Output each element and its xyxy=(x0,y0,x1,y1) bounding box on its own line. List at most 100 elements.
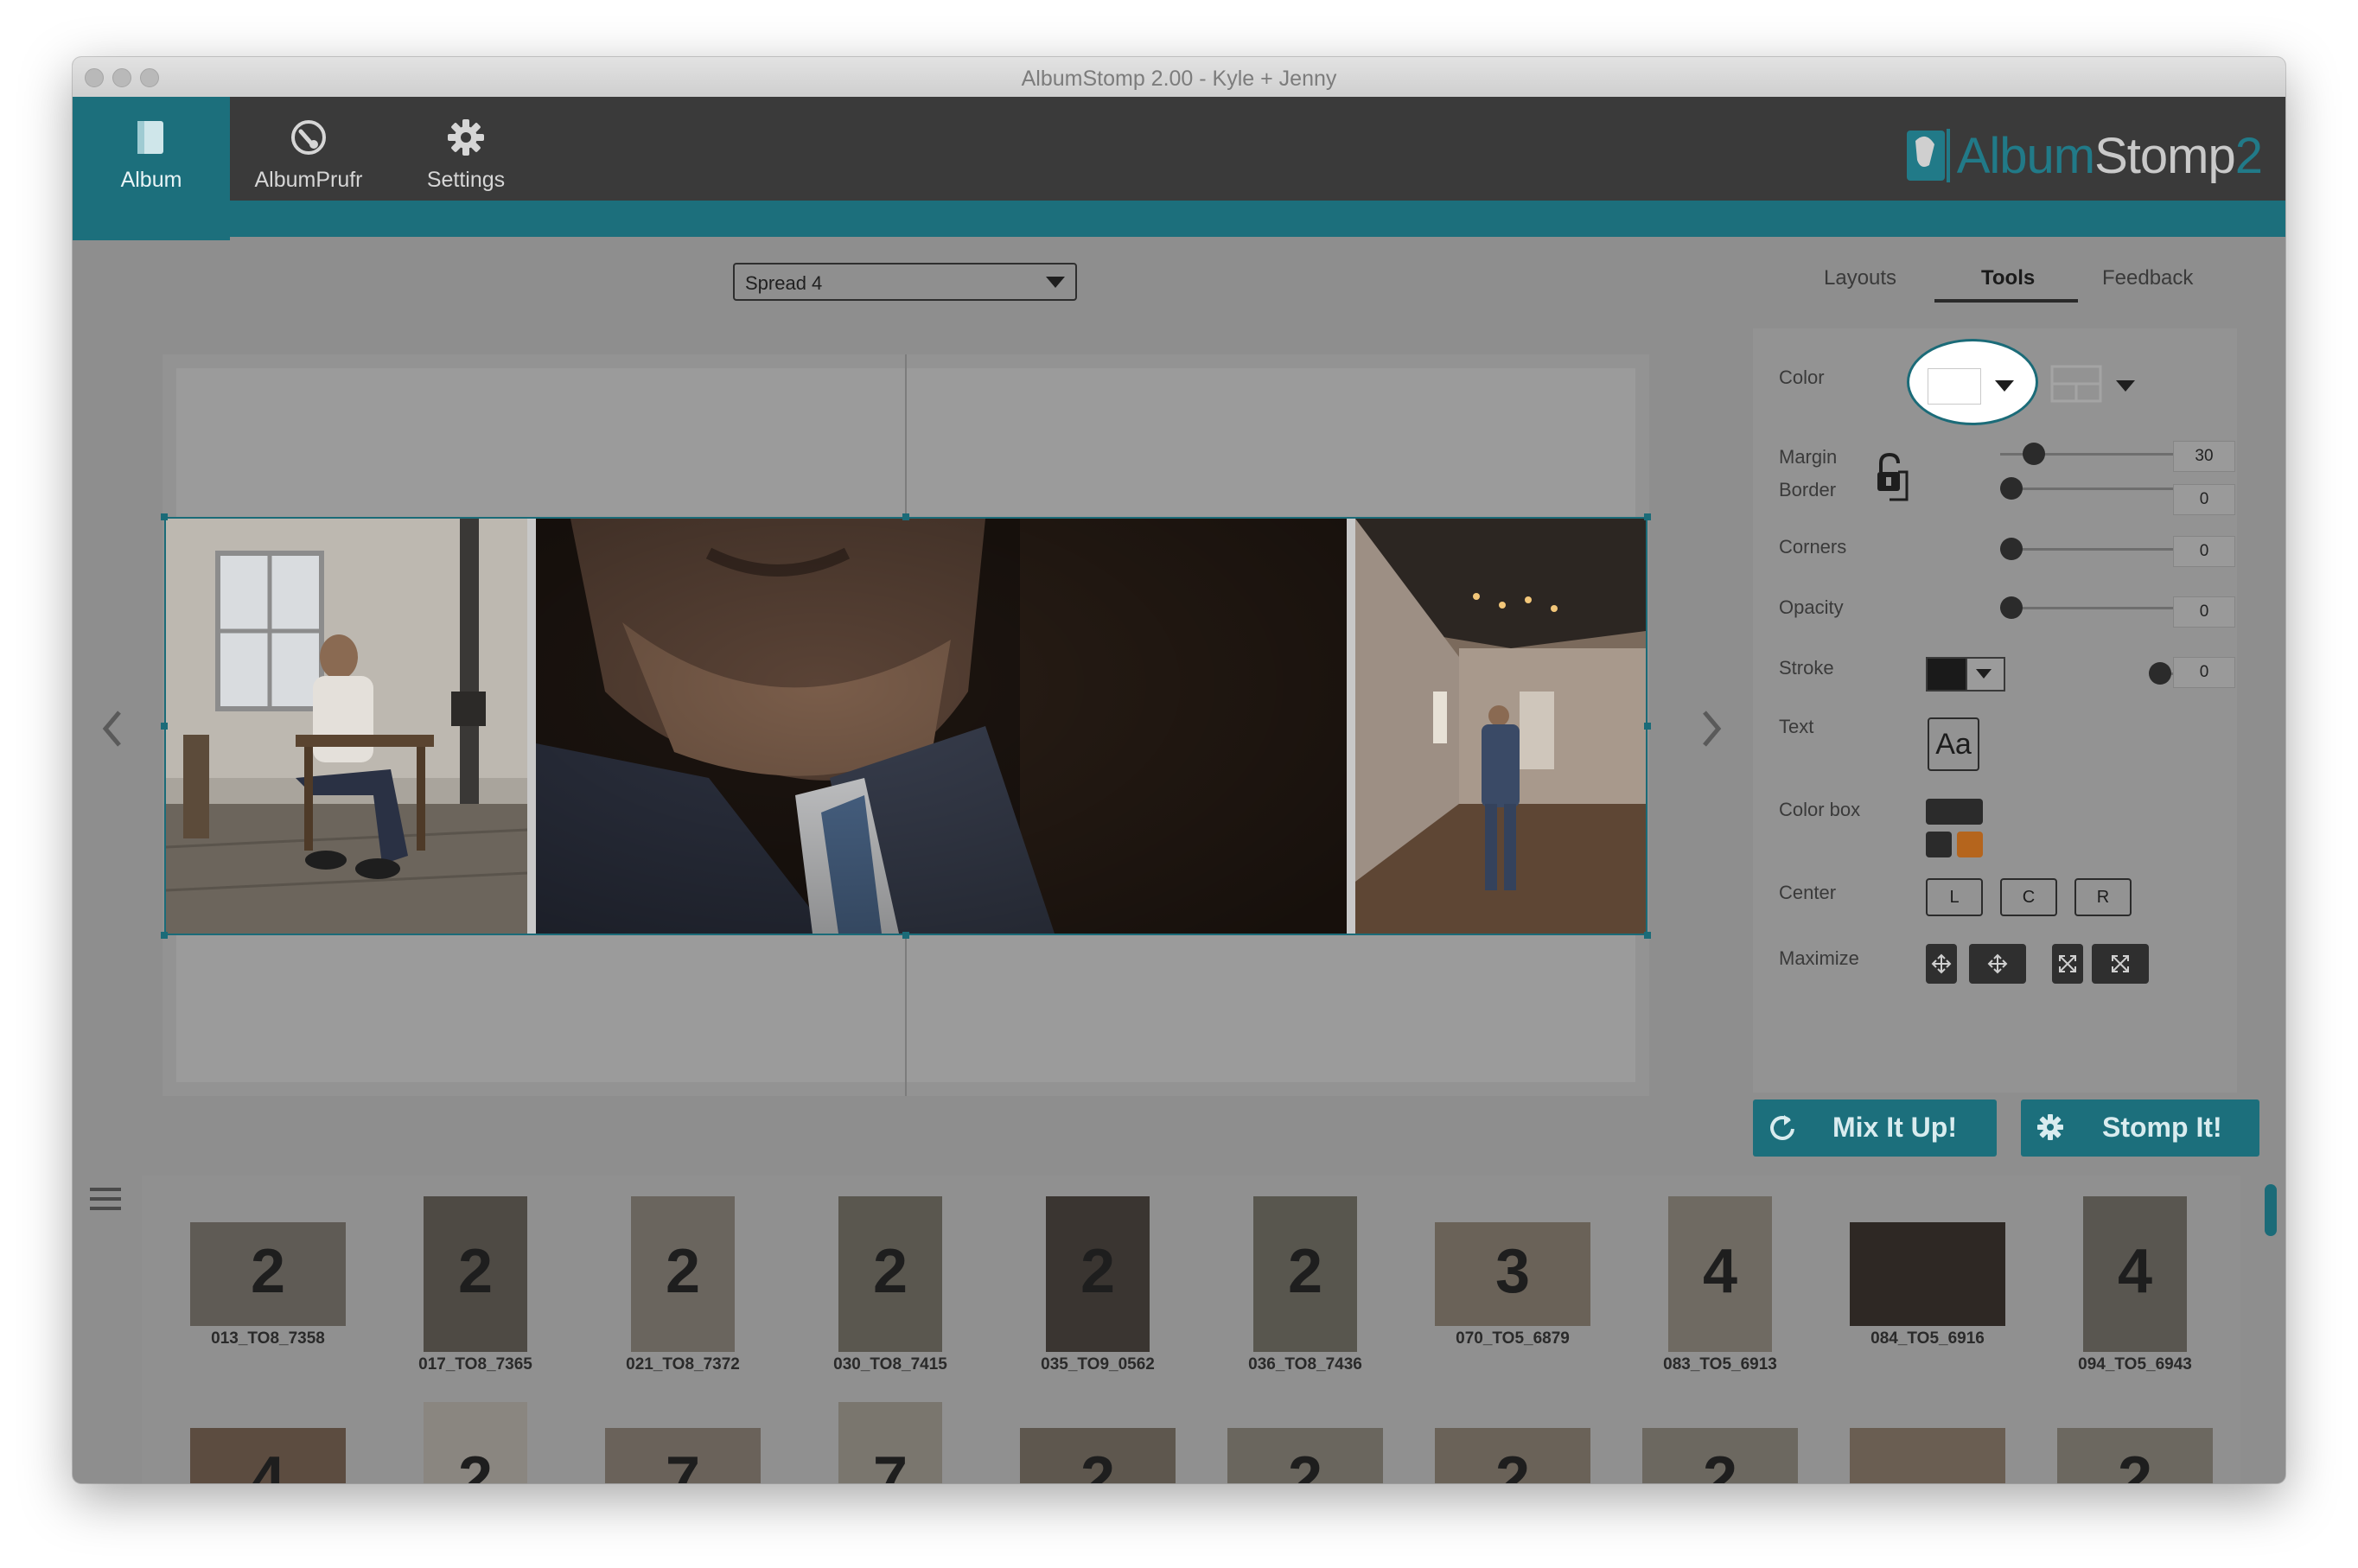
resize-handle[interactable] xyxy=(902,513,909,520)
opacity-value-field[interactable]: 0 xyxy=(2173,596,2235,628)
color-box-accent-button[interactable] xyxy=(1957,832,1983,857)
previous-spread-icon[interactable] xyxy=(99,707,124,750)
photo-thumbnail[interactable]: 2 xyxy=(424,1402,527,1483)
color-box-dark-button[interactable] xyxy=(1926,832,1952,857)
photo-thumbnail[interactable]: 2 xyxy=(838,1196,942,1352)
border-slider-knob[interactable] xyxy=(2000,477,2023,500)
stroke-value-field[interactable]: 0 xyxy=(2173,657,2235,688)
logo-icon xyxy=(1906,129,1950,182)
usage-count: 4 xyxy=(2117,1237,2153,1306)
color-label: Color xyxy=(1779,367,1825,388)
stomp-it-label: Stomp It! xyxy=(2102,1112,2222,1143)
tab-tools[interactable]: Tools xyxy=(1981,266,2035,290)
margin-slider-knob[interactable] xyxy=(2023,443,2045,465)
usage-count: 7 xyxy=(665,1444,701,1483)
photo-thumbnail[interactable]: 2 xyxy=(190,1222,346,1326)
spread-photo-2[interactable] xyxy=(536,519,1347,934)
title-bar: AlbumStomp 2.00 - Kyle + Jenny xyxy=(73,57,2285,98)
tab-layouts[interactable]: Layouts xyxy=(1824,266,1896,290)
photo-thumbnail[interactable] xyxy=(1850,1222,2005,1326)
photo-thumbnail[interactable]: 2 xyxy=(2057,1428,2213,1483)
photo-filename: 013_TO8_7358 xyxy=(211,1329,325,1348)
photo-gutter-2 xyxy=(1347,519,1355,934)
photo-filename: 035_TO9_0562 xyxy=(1041,1355,1155,1374)
resize-handle[interactable] xyxy=(161,723,168,730)
photo-thumbnail[interactable]: 4 xyxy=(1668,1196,1772,1352)
photo-filename: 094_TO5_6943 xyxy=(2078,1355,2192,1374)
color-box-wide-button[interactable] xyxy=(1926,799,1983,825)
resize-handle[interactable] xyxy=(161,513,168,520)
photo-thumbnail[interactable]: 2 xyxy=(1046,1196,1150,1352)
photo-strip-scrollbar[interactable] xyxy=(2265,1184,2277,1236)
window-title: AlbumStomp 2.00 - Kyle + Jenny xyxy=(1021,67,1337,91)
center-center-button[interactable]: C xyxy=(2000,878,2057,916)
color-swatch[interactable] xyxy=(1928,368,1981,405)
usage-count: 2 xyxy=(457,1444,494,1483)
chevron-down-icon[interactable] xyxy=(1995,380,2014,392)
tab-album-label: Album xyxy=(120,168,182,192)
active-tab-indicator xyxy=(1934,299,2078,303)
tab-settings-label: Settings xyxy=(426,168,506,192)
tab-albumprufr-label: AlbumPrufr xyxy=(254,168,363,192)
border-label: Border xyxy=(1779,479,1837,500)
center-label: Center xyxy=(1779,882,1837,903)
photo-thumbnail[interactable]: 2 xyxy=(1227,1428,1383,1483)
photo-thumbnail[interactable]: 4 xyxy=(2083,1196,2187,1352)
spread-select[interactable]: Spread 4 xyxy=(733,263,1077,301)
maximize-fit-button[interactable] xyxy=(2052,944,2083,984)
photo-thumbnail[interactable] xyxy=(1850,1428,2005,1483)
mix-it-up-button[interactable]: Mix It Up! xyxy=(1753,1100,1997,1157)
stroke-slider-knob[interactable] xyxy=(2149,662,2171,685)
photo-gutter-1 xyxy=(527,519,536,934)
corners-value-field[interactable]: 0 xyxy=(2173,536,2235,567)
resize-handle[interactable] xyxy=(902,932,909,939)
photo-thumbnail[interactable]: 2 xyxy=(1642,1428,1798,1483)
photo-thumbnail[interactable]: 4 xyxy=(190,1428,346,1483)
usage-count: 2 xyxy=(1494,1444,1531,1483)
maximize-height-button[interactable] xyxy=(1926,944,1957,984)
layout-grid-icon[interactable] xyxy=(2050,365,2102,403)
photo-filename: 036_TO8_7436 xyxy=(1248,1355,1362,1374)
spread-photo-3[interactable] xyxy=(1355,519,1646,934)
add-text-button[interactable]: Aa xyxy=(1928,717,1979,771)
photo-filename: 021_TO8_7372 xyxy=(626,1355,740,1374)
accent-bar xyxy=(73,201,2285,237)
photo-thumbnail[interactable]: 7 xyxy=(838,1402,942,1483)
photo-thumbnail[interactable]: 2 xyxy=(631,1196,735,1352)
resize-handle[interactable] xyxy=(1644,723,1651,730)
move-arrows-icon xyxy=(1931,953,1952,974)
spread-photo-1[interactable] xyxy=(166,519,527,934)
center-left-button[interactable]: L xyxy=(1926,878,1983,916)
chevron-down-icon[interactable] xyxy=(2116,380,2135,392)
resize-handle[interactable] xyxy=(161,932,168,939)
stomp-it-button[interactable]: Stomp It! xyxy=(2021,1100,2259,1157)
opacity-slider-knob[interactable] xyxy=(2000,596,2023,619)
photo-thumbnail[interactable]: 2 xyxy=(1435,1428,1590,1483)
hamburger-menu-icon[interactable] xyxy=(90,1186,121,1212)
refresh-icon xyxy=(1770,1115,1794,1140)
tab-feedback[interactable]: Feedback xyxy=(2102,266,2193,290)
color-box-label: Color box xyxy=(1779,799,1861,820)
stroke-label: Stroke xyxy=(1779,657,1834,679)
photo-thumbnail[interactable]: 2 xyxy=(424,1196,527,1352)
center-right-button[interactable]: R xyxy=(2074,878,2132,916)
margin-value-field[interactable]: 30 xyxy=(2173,441,2235,472)
border-value-field[interactable]: 0 xyxy=(2173,484,2235,515)
resize-handle[interactable] xyxy=(1644,513,1651,520)
photo-thumbnail[interactable]: 2 xyxy=(1253,1196,1357,1352)
resize-handle[interactable] xyxy=(1644,932,1651,939)
maximize-width-button[interactable] xyxy=(1969,944,2026,984)
unlock-icon[interactable] xyxy=(1872,451,1910,503)
gear-icon xyxy=(448,119,484,156)
logo-album-text: Album xyxy=(1956,127,2095,184)
photo-thumbnail[interactable]: 3 xyxy=(1435,1222,1590,1326)
app-window: AlbumStomp 2.00 - Kyle + Jenny Album Alb… xyxy=(73,57,2285,1483)
corners-slider-knob[interactable] xyxy=(2000,538,2023,560)
mix-it-up-label: Mix It Up! xyxy=(1832,1112,1957,1143)
usage-count: 4 xyxy=(1702,1237,1738,1306)
next-spread-icon[interactable] xyxy=(1699,707,1725,750)
photo-thumbnail[interactable]: 7 xyxy=(605,1428,761,1483)
photo-thumbnail[interactable]: 2 xyxy=(1020,1428,1176,1483)
albumstomp-logo: Album Stomp 2 xyxy=(1905,121,2263,190)
maximize-fill-button[interactable] xyxy=(2092,944,2149,984)
